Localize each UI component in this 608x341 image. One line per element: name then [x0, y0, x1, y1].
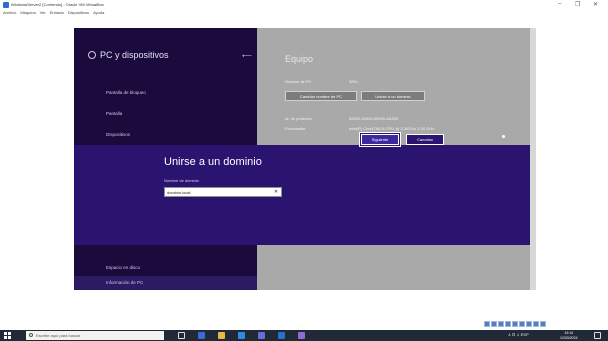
- minimize-button[interactable]: –: [558, 1, 561, 7]
- nav-item-devices[interactable]: Dispositivos: [106, 132, 130, 137]
- host-titlebar: WindowsServer2 [Corriendo] - Oracle VM V…: [0, 0, 608, 9]
- windows-start-icon[interactable]: [4, 332, 11, 339]
- pc-name-value: WIN-...: [349, 79, 362, 84]
- nav-item-disk-space[interactable]: Espacio en disco: [106, 265, 140, 270]
- mail-icon[interactable]: [258, 332, 265, 339]
- display-status-icon[interactable]: [519, 321, 525, 327]
- taskbar-search-placeholder: Escribe aquí para buscar: [36, 333, 81, 338]
- menu-dispositivos[interactable]: Dispositivos: [68, 10, 89, 15]
- settings-left-title: PC y dispositivos: [100, 50, 169, 60]
- usb-status-icon[interactable]: [498, 321, 504, 327]
- taskbar-clock[interactable]: 19:14 12/03/2024: [560, 331, 578, 340]
- close-button[interactable]: ✕: [593, 1, 598, 8]
- virtualbox-icon: [3, 1, 9, 8]
- mouse-integration-icon[interactable]: [533, 321, 539, 327]
- pc-name-label: Nombre de PC: [285, 79, 312, 84]
- gear-icon: [88, 51, 96, 59]
- rename-pc-button[interactable]: Cambiar nombre de PC: [285, 91, 357, 101]
- store-icon[interactable]: [238, 332, 245, 339]
- guest-screen: PC y dispositivos ⟵ Pantalla de bloqueo …: [74, 28, 536, 290]
- recording-icon[interactable]: [526, 321, 532, 327]
- processor-value: Intel(R) Core(TM) i5 CPU @ 2.30GHz 2.30 …: [349, 126, 435, 131]
- join-domain-button[interactable]: Unirse a un dominio: [361, 91, 425, 101]
- guest-scrollbar[interactable]: [530, 28, 536, 290]
- shared-folder-icon[interactable]: [512, 321, 518, 327]
- nav-item-lock-screen[interactable]: Pantalla de bloqueo: [106, 90, 146, 95]
- hdd-status-icon[interactable]: [484, 321, 490, 327]
- notifications-icon[interactable]: [594, 332, 601, 339]
- next-button[interactable]: Siguiente: [361, 134, 399, 145]
- edge-icon[interactable]: [198, 332, 205, 339]
- menu-ayuda[interactable]: Ayuda: [93, 10, 104, 15]
- taskbar: Escribe aquí para buscar ∧ ⊡ ♫ ESP 19:14…: [0, 330, 608, 341]
- host-key-icon[interactable]: [540, 321, 546, 327]
- network-status-icon[interactable]: [505, 321, 511, 327]
- settings-left-header: PC y dispositivos: [88, 50, 169, 60]
- restore-button[interactable]: ❐: [575, 1, 580, 8]
- file-explorer-icon[interactable]: [218, 332, 225, 339]
- task-view-icon[interactable]: [178, 332, 185, 339]
- host-menubar: Archivo Máquina Ver Entrada Dispositivos…: [0, 9, 608, 16]
- optical-status-icon[interactable]: [491, 321, 497, 327]
- system-tray[interactable]: ∧ ⊡ ♫ ESP: [508, 332, 529, 337]
- join-domain-dialog: Unirse a un dominio Nombre de dominio do…: [74, 145, 536, 245]
- nav-item-pc-info: Información de PC: [106, 280, 144, 285]
- menu-entrada[interactable]: Entrada: [50, 10, 64, 15]
- vm-status-bar: [484, 321, 546, 329]
- nav-item-pc-info-selected[interactable]: Información de PC: [74, 276, 257, 290]
- domain-name-input[interactable]: dominio.local: [164, 187, 282, 197]
- domain-name-label: Nombre de dominio: [164, 178, 199, 183]
- product-id-value: 00000-00000-00000-AA000: [349, 116, 399, 121]
- app-taskbar-icon[interactable]: [298, 332, 305, 339]
- menu-archivo[interactable]: Archivo: [3, 10, 16, 15]
- back-arrow-icon[interactable]: ⟵: [242, 52, 252, 60]
- mouse-cursor: [502, 135, 505, 138]
- search-icon: [29, 333, 33, 337]
- processor-label: Procesador: [285, 126, 306, 131]
- right-pane-title: Equipo: [285, 54, 314, 64]
- taskbar-search-box[interactable]: Escribe aquí para buscar: [26, 331, 164, 340]
- virtualbox-taskbar-icon[interactable]: [278, 332, 285, 339]
- nav-item-display[interactable]: Pantalla: [106, 111, 122, 116]
- cancel-button[interactable]: Cancelar: [406, 134, 444, 145]
- menu-maquina[interactable]: Máquina: [20, 10, 35, 15]
- dialog-title: Unirse a un dominio: [164, 156, 262, 168]
- screen: WindowsServer2 [Corriendo] - Oracle VM V…: [0, 0, 608, 341]
- menu-ver[interactable]: Ver: [40, 10, 46, 15]
- clock-date: 12/03/2024: [560, 335, 578, 340]
- product-id-label: Id. de producto: [285, 116, 312, 121]
- host-window-title: WindowsServer2 [Corriendo] - Oracle VM V…: [11, 2, 104, 7]
- clear-input-icon[interactable]: ✕: [273, 189, 279, 195]
